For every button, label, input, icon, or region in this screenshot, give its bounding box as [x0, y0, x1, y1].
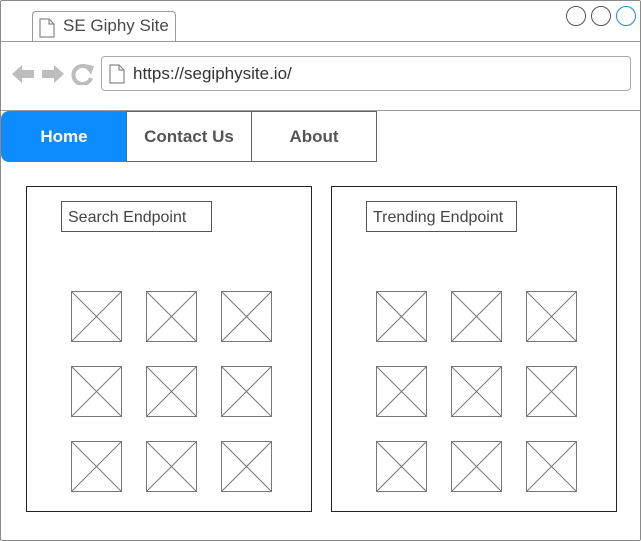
search-panel: Search Endpoint [26, 186, 312, 512]
reload-icon[interactable] [71, 63, 95, 90]
image-placeholder-icon[interactable] [376, 291, 427, 342]
image-placeholder-icon[interactable] [451, 366, 502, 417]
image-placeholder-icon[interactable] [71, 441, 122, 492]
page-icon [39, 18, 55, 43]
image-placeholder-icon[interactable] [146, 291, 197, 342]
image-placeholder-icon[interactable] [376, 366, 427, 417]
nav-about[interactable]: About [251, 111, 377, 162]
image-placeholder-icon[interactable] [221, 441, 272, 492]
site-navbar: Home Contact Us About [1, 111, 377, 162]
image-placeholder-icon[interactable] [526, 366, 577, 417]
image-placeholder-icon[interactable] [376, 441, 427, 492]
search-image-grid [71, 291, 273, 493]
image-placeholder-icon[interactable] [71, 291, 122, 342]
nav-home[interactable]: Home [1, 111, 127, 162]
window-button-close[interactable] [616, 6, 636, 26]
image-placeholder-icon[interactable] [526, 291, 577, 342]
image-placeholder-icon[interactable] [71, 366, 122, 417]
window-button-maximize[interactable] [591, 6, 611, 26]
browser-window: SE Giphy Site https://segiphysite.io/ Ho… [0, 0, 641, 541]
page-icon [109, 64, 125, 89]
image-placeholder-icon[interactable] [221, 366, 272, 417]
trending-image-grid [376, 291, 578, 493]
window-button-minimize[interactable] [566, 6, 586, 26]
trending-panel: Trending Endpoint [331, 186, 617, 512]
trending-endpoint-button[interactable]: Trending Endpoint [366, 201, 517, 232]
image-placeholder-icon[interactable] [526, 441, 577, 492]
image-placeholder-icon[interactable] [451, 291, 502, 342]
image-placeholder-icon[interactable] [146, 441, 197, 492]
image-placeholder-icon[interactable] [146, 366, 197, 417]
url-text[interactable]: https://segiphysite.io/ [133, 64, 292, 84]
forward-arrow-icon[interactable] [41, 63, 65, 90]
image-placeholder-icon[interactable] [221, 291, 272, 342]
back-arrow-icon[interactable] [11, 63, 35, 90]
tab-divider [1, 41, 640, 42]
nav-contact-us[interactable]: Contact Us [126, 111, 252, 162]
search-endpoint-button[interactable]: Search Endpoint [61, 201, 212, 232]
browser-tab[interactable]: SE Giphy Site [32, 11, 176, 42]
image-placeholder-icon[interactable] [451, 441, 502, 492]
tab-title: SE Giphy Site [63, 16, 169, 35]
address-bar[interactable]: https://segiphysite.io/ [101, 56, 631, 91]
